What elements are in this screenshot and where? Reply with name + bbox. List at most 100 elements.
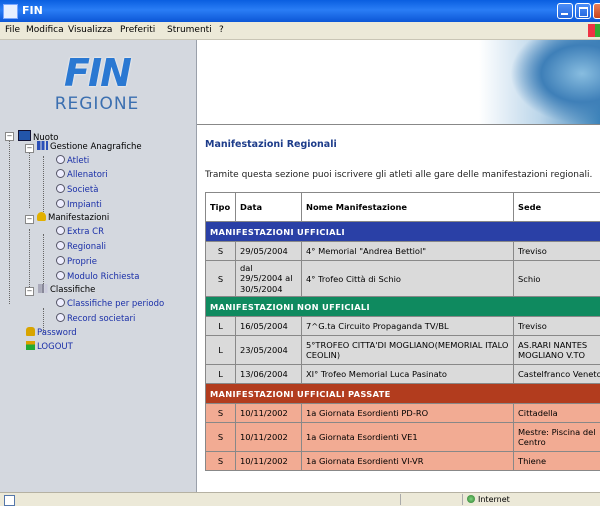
nav-manifestazioni-label: Manifestazioni [48, 213, 109, 223]
table-row[interactable]: L 13/06/2004 XI° Trofeo Memorial Luca Pa… [206, 365, 600, 384]
nav-password[interactable]: Password [26, 327, 77, 338]
minimize-button[interactable] [557, 3, 573, 19]
cell-sede: Mestre: Piscina del Centro [514, 423, 600, 452]
cell-nome[interactable]: XI° Trofeo Memorial Luca Pasinato [302, 365, 514, 384]
cell-data: dal 29/5/2004 al 30/5/2004 [236, 261, 302, 297]
ranking-icon [37, 284, 48, 293]
cell-nome[interactable]: 7^G.ta Circuito Propaganda TV/BL [302, 317, 514, 336]
table-row[interactable]: S 10/11/2002 1a Giornata Esordienti VI-V… [206, 452, 600, 471]
cell-tipo: S [206, 261, 236, 297]
menu-visualizza[interactable]: Visualizza [68, 25, 112, 35]
nav-allenatori-label: Allenatori [67, 170, 108, 180]
table-row[interactable]: S 10/11/2002 1a Giornata Esordienti VE1 … [206, 423, 600, 452]
menu-preferiti[interactable]: Preferiti [120, 25, 155, 35]
cell-data: 23/05/2004 [236, 336, 302, 365]
fin-logo: FIN REGIONE [52, 52, 142, 116]
bullet-icon [56, 313, 65, 322]
table-header-row: Tipo Data Nome Manifestazione Sede [206, 193, 600, 222]
bullet-icon [56, 256, 65, 265]
tree-line [29, 148, 30, 208]
maximize-button[interactable] [575, 3, 591, 19]
table-row[interactable]: S 29/05/2004 4° Memorial "Andrea Bettiol… [206, 242, 600, 261]
cell-nome[interactable]: 1a Giornata Esordienti VE1 [302, 423, 514, 452]
group-label: MANIFESTAZIONI UFFICIALI PASSATE [206, 384, 600, 404]
group-row-passate: MANIFESTAZIONI UFFICIALI PASSATE [206, 384, 600, 404]
cell-data: 10/11/2002 [236, 423, 302, 452]
cell-tipo: L [206, 317, 236, 336]
nav-modulo-richiesta[interactable]: Modulo Richiesta [56, 271, 139, 282]
cell-sede: AS.RARI NANTES MOGLIANO V.TO [514, 336, 600, 365]
cell-data: 10/11/2002 [236, 452, 302, 471]
nav-regionali[interactable]: Regionali [56, 241, 106, 252]
page-title: Manifestazioni Regionali [205, 139, 337, 150]
bullet-icon [56, 155, 65, 164]
nav-atleti[interactable]: Atleti [56, 155, 89, 166]
cell-tipo: S [206, 452, 236, 471]
expand-nuoto-toggle[interactable]: − [5, 132, 14, 141]
expand-manifestazioni-toggle[interactable]: − [25, 215, 34, 224]
tree-line [43, 156, 44, 212]
cell-nome[interactable]: 1a Giornata Esordienti PD-RO [302, 404, 514, 423]
nav-proprie-label: Proprie [67, 257, 97, 267]
nav-impianti[interactable]: Impianti [56, 199, 102, 210]
table-row[interactable]: S 10/11/2002 1a Giornata Esordienti PD-R… [206, 404, 600, 423]
cell-sede: Treviso [514, 242, 600, 261]
tree-line [9, 136, 10, 304]
cell-data: 13/06/2004 [236, 365, 302, 384]
logo-text: FIN [52, 52, 142, 94]
cell-nome[interactable]: 4° Trofeo Città di Schio [302, 261, 514, 297]
nav-manifestazioni[interactable]: Manifestazioni [37, 212, 109, 223]
bullet-icon [56, 169, 65, 178]
expand-gestione-toggle[interactable]: − [25, 144, 34, 153]
menu-strumenti[interactable]: Strumenti [167, 25, 212, 35]
bullet-icon [56, 226, 65, 235]
nav-gestione-anagrafiche[interactable]: Gestione Anagrafiche [37, 141, 142, 152]
table-row[interactable]: L 23/05/2004 5°TROFEO CITTA'DI MOGLIANO(… [206, 336, 600, 365]
status-divider [400, 494, 401, 505]
nav-classifiche-label: Classifiche [50, 285, 95, 295]
nav-regionali-label: Regionali [67, 242, 106, 252]
nav-record-societari[interactable]: Record societari [56, 313, 135, 324]
nav-extra-cr[interactable]: Extra CR [56, 226, 104, 237]
people-icon [37, 141, 48, 150]
title-bar: FIN [0, 0, 600, 22]
tree-line [29, 229, 30, 289]
nav-societa-label: Società [67, 185, 98, 195]
nav-classifiche-periodo-label: Classifiche per periodo [67, 299, 164, 309]
page-icon [4, 495, 15, 506]
table-row[interactable]: L 16/05/2004 7^G.ta Circuito Propaganda … [206, 317, 600, 336]
menu-bar: File Modifica Visualizza Preferiti Strum… [0, 22, 600, 40]
nav-allenatori[interactable]: Allenatori [56, 169, 108, 180]
nav-extra-cr-label: Extra CR [67, 227, 104, 237]
windows-logo-icon [588, 24, 600, 37]
cell-tipo: L [206, 336, 236, 365]
cell-tipo: S [206, 404, 236, 423]
nav-password-label: Password [37, 328, 77, 338]
nav-modulo-label: Modulo Richiesta [67, 272, 139, 282]
nav-societa[interactable]: Società [56, 184, 98, 195]
bullet-icon [56, 271, 65, 280]
cell-sede: Cittadella [514, 404, 600, 423]
menu-modifica[interactable]: Modifica [26, 25, 64, 35]
left-nav-panel: FIN REGIONE − Nuoto − Gestione Anagrafic… [0, 40, 197, 492]
main-content: Manifestazioni Regionali Tramite questa … [197, 124, 600, 493]
close-button[interactable] [593, 3, 600, 19]
nav-classifiche[interactable]: Classifiche [37, 284, 95, 295]
cell-tipo: S [206, 242, 236, 261]
menu-file[interactable]: File [5, 25, 20, 35]
nav-classifiche-periodo[interactable]: Classifiche per periodo [56, 298, 164, 309]
cell-data: 29/05/2004 [236, 242, 302, 261]
nav-logout-label: LOGOUT [37, 342, 73, 352]
bullet-icon [56, 184, 65, 193]
cell-nome[interactable]: 5°TROFEO CITTA'DI MOGLIANO(MEMORIAL ITAL… [302, 336, 514, 365]
cell-nome[interactable]: 1a Giornata Esordienti VI-VR [302, 452, 514, 471]
group-row-ufficiali: MANIFESTAZIONI UFFICIALI [206, 222, 600, 242]
nav-logout[interactable]: LOGOUT [26, 341, 73, 352]
bullet-icon [56, 241, 65, 250]
cell-nome[interactable]: 4° Memorial "Andrea Bettiol" [302, 242, 514, 261]
table-row[interactable]: S dal 29/5/2004 al 30/5/2004 4° Trofeo C… [206, 261, 600, 297]
nav-gestione-label: Gestione Anagrafiche [50, 142, 142, 152]
expand-classifiche-toggle[interactable]: − [25, 287, 34, 296]
nav-proprie[interactable]: Proprie [56, 256, 97, 267]
menu-help[interactable]: ? [219, 25, 224, 35]
